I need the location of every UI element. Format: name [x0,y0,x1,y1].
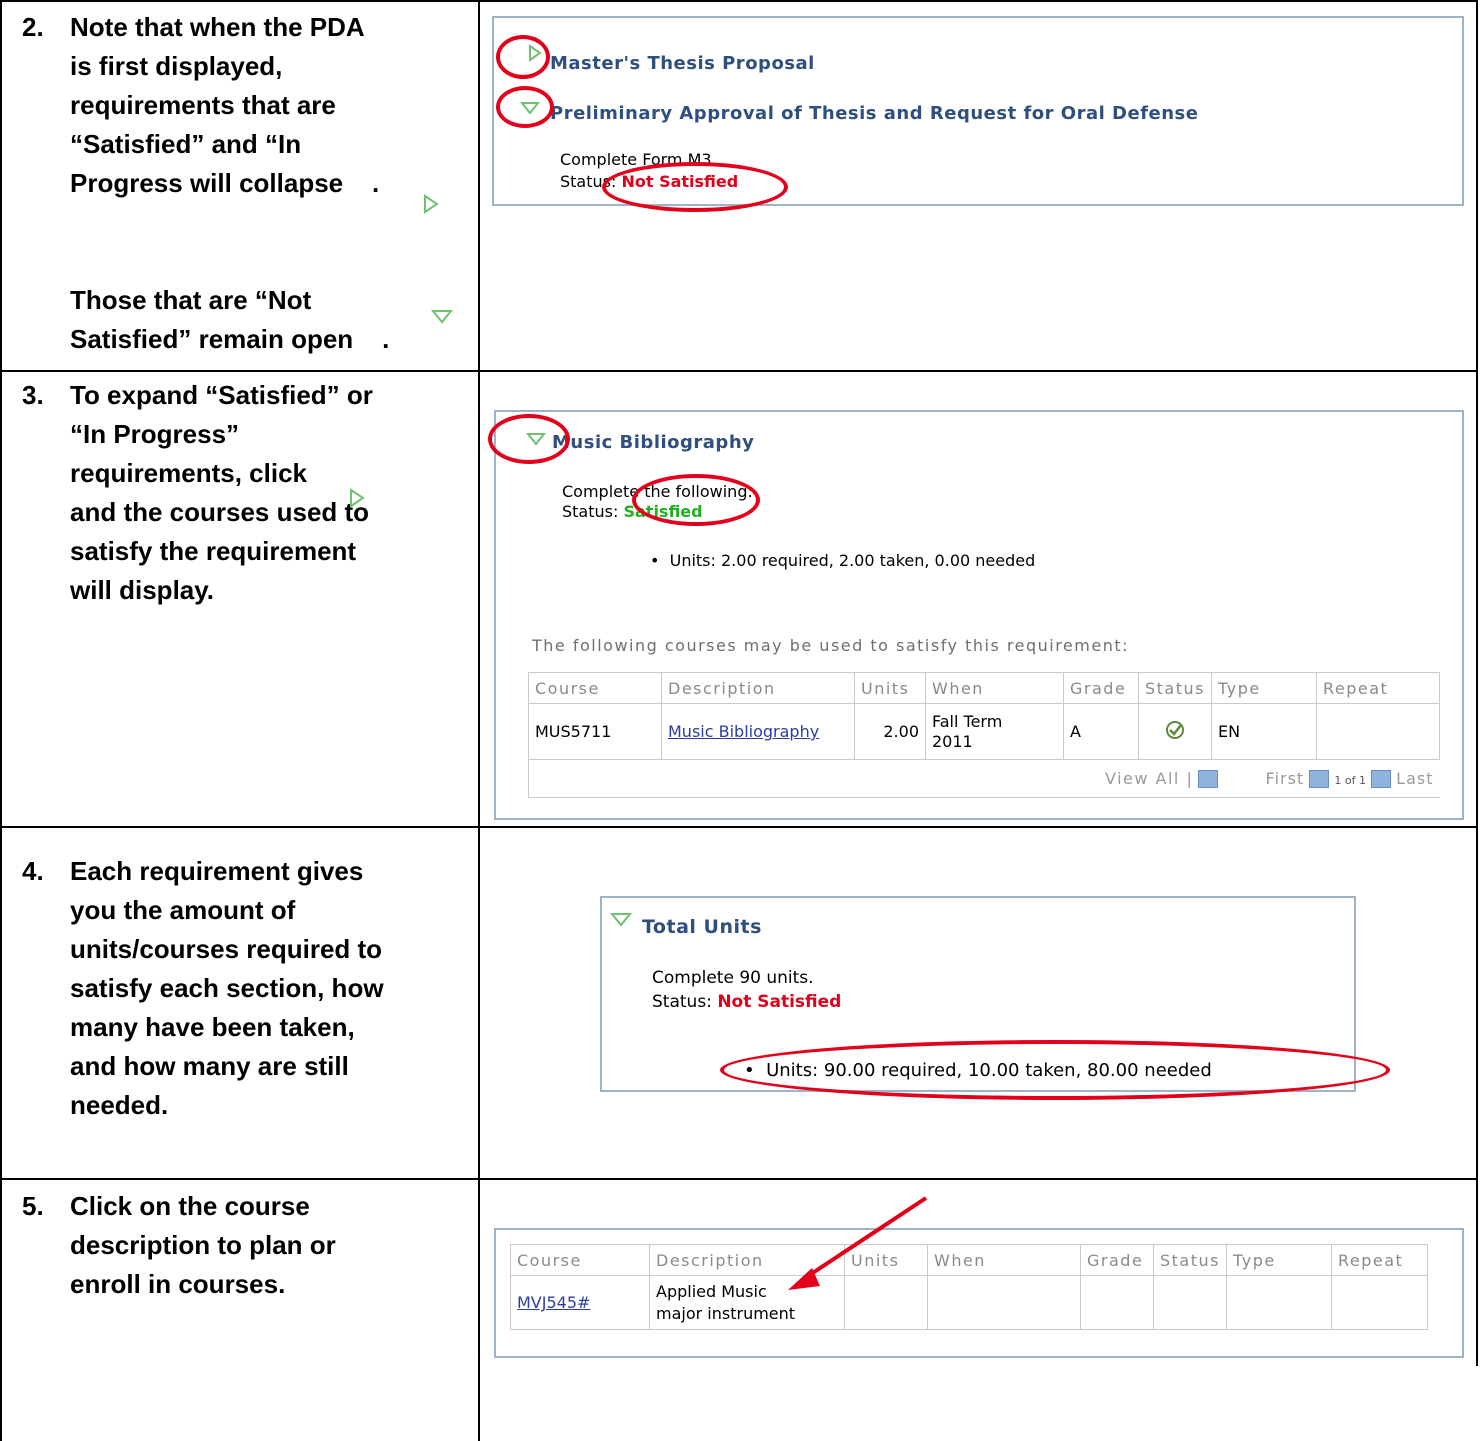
course-repeat [1330,1275,1429,1330]
step-number: 4. [22,856,44,886]
course-when: Fall Term 2011 [925,703,1064,760]
column-header: Description [661,672,855,704]
status-label: Status: [562,502,624,521]
collapsed-triangle-icon [424,194,439,214]
last-link[interactable]: Last [1396,769,1433,788]
column-header: Status [1153,1244,1227,1276]
table-row-divider [0,1178,1478,1180]
course-status [1138,703,1212,760]
status-label: Status: [652,992,718,1012]
course-description-cell: Music Bibliography [661,703,855,760]
course-grade [1080,1275,1154,1330]
table-row-divider [0,826,1478,828]
course-id-cell: MVJ545# [510,1275,650,1330]
requirement-panel-expanded: Music Bibliography Complete the followin… [494,410,1464,820]
courses-table: Course Description Units When Grade Stat… [510,1244,1429,1330]
step-text: Note that when the PDA is first displaye… [70,12,390,354]
download-icon[interactable] [1198,770,1219,789]
when-year: 2011 [932,731,973,751]
table-column-divider [478,0,480,1441]
units-summary-text: Units: 2.00 required, 2.00 taken, 0.00 n… [669,551,1036,570]
requirement-status: Status: Not Satisfied [652,992,841,1012]
course-description-line[interactable]: Applied Music [656,1282,767,1301]
step-text: Each requirement gives you the amount of… [70,856,384,1120]
course-units: 2.00 [854,703,926,760]
course-status [1153,1275,1227,1330]
step-number: 3. [22,380,44,410]
table-row-divider [0,370,1478,372]
courses-table: Course Description Units When Grade Stat… [528,672,1441,798]
annotation-circle [720,1040,1390,1100]
table-row: MVJ545# Applied Music major instrument [510,1275,1429,1330]
annotation-circle [602,162,788,212]
column-header: Type [1225,1244,1332,1276]
annotation-circle [496,86,554,128]
table-border-right [1476,0,1478,1366]
table-footer-row: View All | First 1 of 1 Last [528,759,1440,798]
when-term: Fall Term [932,711,1003,731]
course-repeat [1315,703,1441,760]
course-description-link[interactable]: Music Bibliography [668,722,819,741]
column-header: Units [854,672,926,704]
column-header: When [927,1244,1081,1276]
view-all-link[interactable]: View All | [1105,769,1193,788]
annotation-arrow [788,1196,928,1290]
course-type: EN [1210,703,1317,760]
table-border-top [0,0,1478,2]
expanded-triangle-icon [431,310,453,324]
first-link[interactable]: First [1266,769,1305,788]
collapsed-triangle-icon [350,488,365,508]
checkmark-icon [1165,720,1184,739]
pagination: View All | First 1 of 1 Last [1105,769,1434,789]
status-value: Not Satisfied [717,992,842,1012]
course-id-link[interactable]: MVJ545# [517,1293,590,1312]
course-description-line[interactable]: major instrument [656,1304,795,1323]
course-id: MUS5711 [528,703,662,760]
annotation-circle [496,35,550,79]
column-header: Grade [1063,672,1139,704]
column-header: Type [1210,672,1317,704]
course-grade: A [1063,703,1139,760]
requirement-title[interactable]: Music Bibliography [552,432,754,453]
table-header-row: Course Description Units When Grade Stat… [510,1244,1429,1276]
next-arrow-icon[interactable] [1371,770,1392,789]
table-footer: View All | First 1 of 1 Last [528,759,1440,798]
step-number: 2. [22,12,44,42]
requirement-instruction: Complete 90 units. [652,968,814,988]
course-type [1225,1275,1332,1330]
requirement-title-masters-thesis[interactable]: Master's Thesis Proposal [550,53,815,74]
units-summary: • Units: 2.00 required, 2.00 taken, 0.00… [650,551,1035,570]
table-header-row: Course Description Units When Grade Stat… [528,672,1441,704]
bullet: • [650,551,670,570]
column-header: Repeat [1315,672,1441,704]
annotation-circle [632,474,760,526]
column-header: Status [1138,672,1212,704]
course-plan-panel: Course Description Units When Grade Stat… [494,1228,1464,1358]
requirement-title[interactable]: Total Units [642,916,762,938]
course-when [927,1275,1081,1330]
table-border-left [0,0,2,1441]
collapse-triangle-icon[interactable] [610,912,632,928]
column-header: Course [528,672,662,704]
table-row: MUS5711 Music Bibliography 2.00 Fall Ter… [528,703,1441,760]
step-text: Click on the course description to plan … [70,1191,336,1299]
column-header: Repeat [1330,1244,1429,1276]
requirement-title-preliminary-approval[interactable]: Preliminary Approval of Thesis and Reque… [550,103,1198,124]
column-header: Grade [1080,1244,1154,1276]
step-number: 5. [22,1191,44,1221]
previous-arrow-icon[interactable] [1309,770,1330,789]
page-indicator: 1 of 1 [1334,773,1366,787]
column-header: Course [510,1244,650,1276]
step-text: To expand “Satisfied” or “In Progress” r… [70,380,373,605]
courses-caption: The following courses may be used to sat… [532,636,1130,655]
annotation-circle [488,414,570,464]
column-header: When [925,672,1064,704]
